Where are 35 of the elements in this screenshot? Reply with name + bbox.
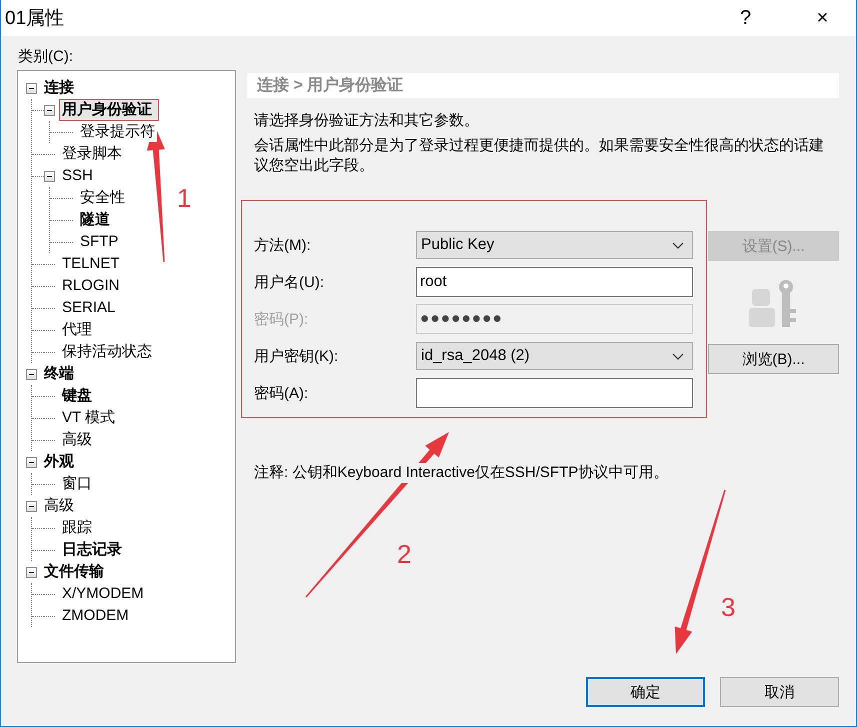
user-key-icon [748,279,798,327]
field-label: 方法(M): [254,236,312,254]
tree-item[interactable]: 登录提示符 [78,122,157,142]
password-field[interactable] [416,378,693,408]
help-button[interactable]: ? [712,0,779,36]
dialog-button[interactable]: 取消 [720,677,839,707]
collapse-icon[interactable] [26,368,37,380]
breadcrumb-header: 连接 > 用户身份验证 [247,73,839,98]
collapse-icon[interactable] [26,500,37,512]
text-field[interactable]: root [416,267,693,297]
dialog-button[interactable]: 确定 [586,677,705,707]
collapse-icon[interactable] [26,82,37,94]
tree-item[interactable]: 用户身份验证 [60,100,158,120]
dropdown[interactable]: Public Key [416,231,693,259]
description-text: 会话属性中此部分是为了登录过程更便捷而提供的。如果需要安全性很高的状态的话建议您空出此字段。 [254,136,824,176]
field-label: 用户密钥(K): [254,346,340,366]
side-button[interactable]: 浏览(B)... [708,344,839,374]
field-label: 密码(P): [254,310,310,328]
chevron-down-icon [672,352,684,360]
instruction-text: 请选择身份验证方法和其它参数。 [254,111,480,131]
collapse-icon[interactable] [44,170,55,182]
field-label: 密码(A): [254,384,310,402]
step-number: 2 [397,540,412,568]
chevron-down-icon [672,242,684,248]
close-button[interactable]: × [789,0,856,36]
collapse-icon[interactable] [26,456,37,468]
step-number: 3 [721,593,736,621]
field-label: 用户名(U): [254,272,325,292]
tree-item[interactable]: 文件传输 [42,562,106,582]
step-number: 1 [177,184,192,212]
collapse-icon[interactable] [26,566,37,578]
category-label: 类别(C): [17,47,74,67]
collapse-icon[interactable] [44,104,55,116]
dropdown[interactable]: id_rsa_2048 (2) [416,342,693,370]
window-title: 01属性 [4,7,66,31]
